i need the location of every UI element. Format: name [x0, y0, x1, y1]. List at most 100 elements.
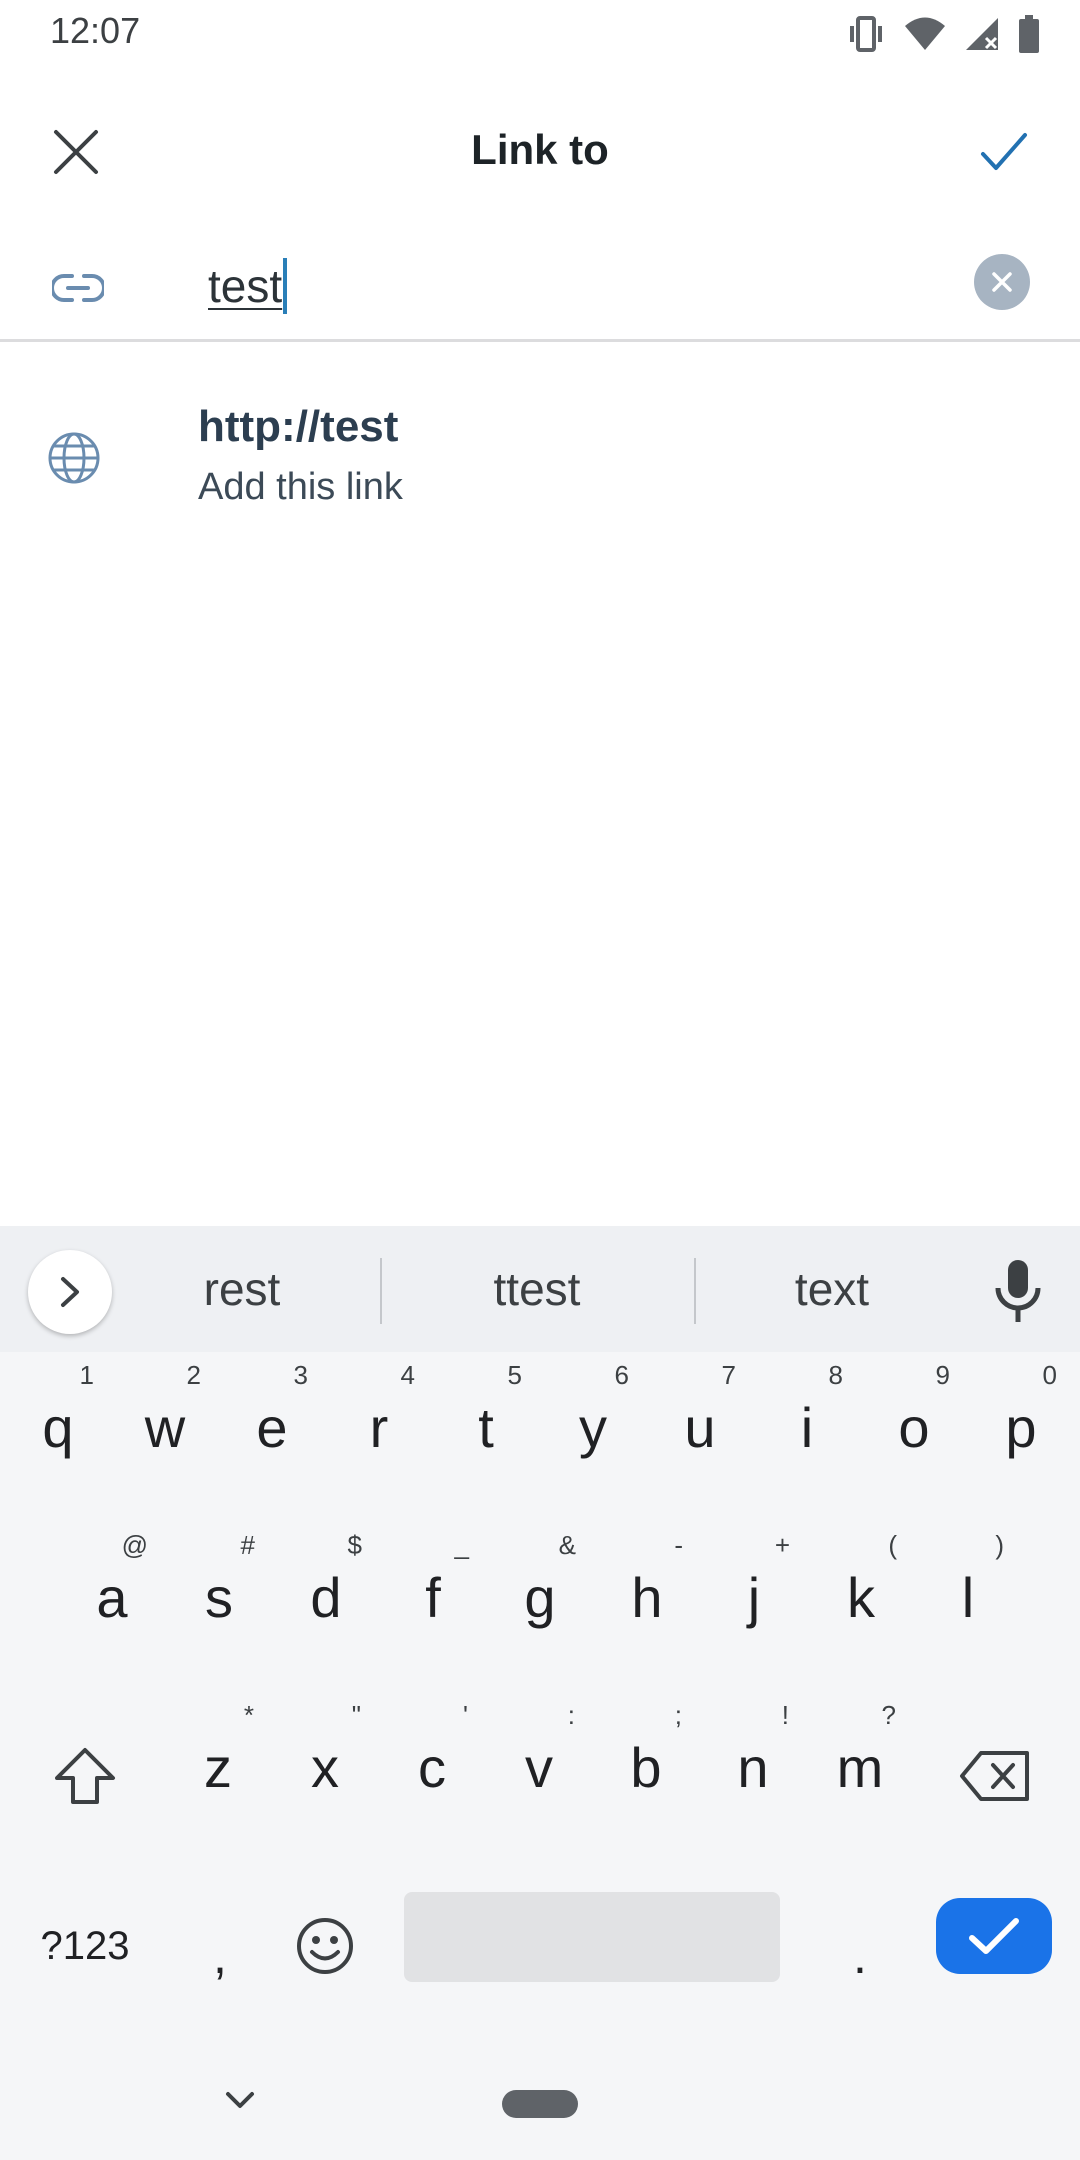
- key-i[interactable]: 8i: [757, 1356, 857, 1476]
- key-hint: (: [888, 1530, 897, 1560]
- space-key[interactable]: [404, 1892, 780, 1982]
- shift-key[interactable]: [20, 1716, 150, 1836]
- microphone-icon[interactable]: [990, 1256, 1046, 1326]
- on-screen-keyboard: rest ttest text 1q2w3e4r5t6y7u8i9o0p @ a #…: [0, 1226, 1080, 2160]
- emoji-icon: [297, 1918, 353, 1974]
- key-w[interactable]: 2w: [115, 1356, 215, 1476]
- backspace-key[interactable]: [930, 1716, 1060, 1836]
- word-suggestion-1[interactable]: rest: [112, 1262, 372, 1316]
- key-label: h: [631, 1566, 663, 1629]
- key-label: e: [256, 1396, 288, 1459]
- key-hint: ): [995, 1530, 1004, 1560]
- expand-toolbar-button[interactable]: [28, 1250, 112, 1334]
- key-p[interactable]: 0p: [971, 1356, 1071, 1476]
- key-z[interactable]: * z: [168, 1696, 268, 1816]
- chevron-down-icon[interactable]: [220, 2080, 260, 2120]
- key-hint: 0: [1042, 1360, 1057, 1390]
- check-icon: [969, 1918, 1019, 1954]
- key-label: t: [478, 1396, 494, 1459]
- key-n[interactable]: ! n: [703, 1696, 803, 1816]
- key-r[interactable]: 4r: [329, 1356, 429, 1476]
- key-hint: 6: [614, 1360, 629, 1390]
- key-m[interactable]: ? m: [810, 1696, 910, 1816]
- globe-icon: [48, 432, 100, 484]
- confirm-button[interactable]: [968, 116, 1040, 188]
- key-h[interactable]: -h: [597, 1526, 697, 1646]
- comma-key[interactable]: ,: [170, 1886, 270, 2026]
- key-label: s: [205, 1566, 233, 1629]
- enter-key[interactable]: [936, 1898, 1052, 1974]
- key-t[interactable]: 5t: [436, 1356, 536, 1476]
- suggestion-action: Add this link: [198, 466, 403, 508]
- key-d[interactable]: $ d: [276, 1526, 376, 1646]
- key-label: a: [96, 1566, 128, 1629]
- home-handle[interactable]: [502, 2090, 578, 2118]
- key-label: v: [525, 1736, 553, 1799]
- key-f[interactable]: _ f: [383, 1526, 483, 1646]
- key-hint: 8: [828, 1360, 843, 1390]
- key-o[interactable]: 9o: [864, 1356, 964, 1476]
- suggestion-divider: [694, 1258, 696, 1324]
- key-hint: +: [774, 1530, 790, 1560]
- vibrate-icon: [850, 16, 882, 52]
- clear-button[interactable]: [974, 254, 1030, 310]
- suggestion-divider: [380, 1258, 382, 1324]
- key-u[interactable]: 7u: [650, 1356, 750, 1476]
- key-label: d: [310, 1566, 342, 1629]
- key-hint: 2: [186, 1360, 201, 1390]
- key-x[interactable]: " x: [275, 1696, 375, 1816]
- key-hint: ": [351, 1700, 361, 1730]
- key-label: o: [898, 1396, 930, 1459]
- key-hint: :: [567, 1700, 575, 1730]
- key-label: x: [311, 1736, 339, 1799]
- key-label: w: [144, 1396, 186, 1459]
- period-key[interactable]: .: [810, 1886, 910, 2026]
- key-label: b: [630, 1736, 662, 1799]
- status-icons: [846, 14, 1040, 54]
- page-title: Link to: [471, 126, 609, 173]
- key-k[interactable]: (k: [811, 1526, 911, 1646]
- word-suggestion-3[interactable]: text: [702, 1262, 962, 1316]
- key-g[interactable]: & g: [490, 1526, 590, 1646]
- link-suggestion-item[interactable]: http://test Add this link: [0, 382, 1080, 532]
- key-label: l: [961, 1566, 975, 1629]
- key-label: j: [747, 1566, 761, 1629]
- key-label: y: [579, 1396, 607, 1459]
- word-suggestion-2[interactable]: ttest: [407, 1262, 667, 1316]
- key-label: f: [425, 1566, 441, 1629]
- key-v[interactable]: :v: [489, 1696, 589, 1816]
- suggestion-url: http://test: [198, 402, 399, 451]
- battery-icon: [1019, 15, 1039, 53]
- status-bar: 12:07: [0, 0, 1080, 66]
- key-hint: 3: [293, 1360, 308, 1390]
- key-j[interactable]: + j: [704, 1526, 804, 1646]
- url-input[interactable]: test: [208, 246, 288, 326]
- signal-icon: [966, 18, 998, 50]
- url-field-row: test: [0, 234, 1080, 342]
- key-q[interactable]: 1q: [8, 1356, 108, 1476]
- key-y[interactable]: 6y: [543, 1356, 643, 1476]
- key-s[interactable]: # s: [169, 1526, 269, 1646]
- key-hint: 9: [935, 1360, 950, 1390]
- key-hint: $: [347, 1530, 362, 1560]
- clear-icon: [992, 272, 1012, 292]
- key-label: c: [418, 1736, 446, 1799]
- emoji-key[interactable]: [280, 1886, 370, 2006]
- key-hint: 4: [400, 1360, 415, 1390]
- key-hint: 5: [507, 1360, 522, 1390]
- key-label: q: [42, 1396, 74, 1459]
- symbols-key[interactable]: ?123: [20, 1886, 150, 2006]
- key-label: m: [836, 1736, 884, 1799]
- top-app-bar: Link to: [0, 66, 1080, 234]
- backspace-icon: [960, 1751, 1029, 1801]
- key-label: z: [204, 1736, 232, 1799]
- key-hint: !: [781, 1700, 789, 1730]
- key-l[interactable]: ) l: [918, 1526, 1018, 1646]
- key-e[interactable]: 3e: [222, 1356, 322, 1476]
- system-navigation-bar: [0, 2040, 1080, 2160]
- key-b[interactable]: ; b: [596, 1696, 696, 1816]
- key-label: p: [1005, 1396, 1037, 1459]
- key-a[interactable]: @ a: [62, 1526, 162, 1646]
- key-hint: 1: [79, 1360, 94, 1390]
- key-c[interactable]: ' c: [382, 1696, 482, 1816]
